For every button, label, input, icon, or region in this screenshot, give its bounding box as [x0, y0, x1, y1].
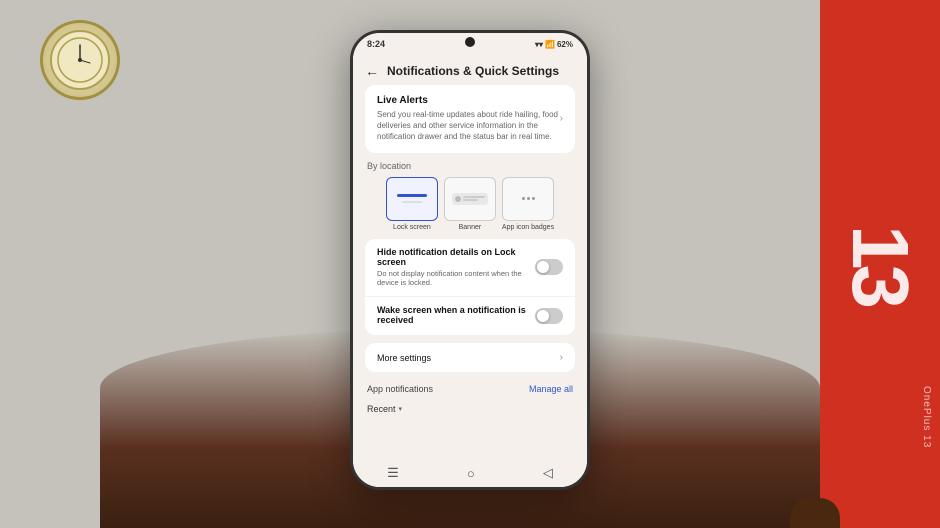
- notif-type-badges[interactable]: App icon badges: [502, 177, 554, 231]
- badge-dot-1: [522, 197, 525, 200]
- hide-notification-text: Hide notification details on Lock screen…: [377, 247, 535, 289]
- more-settings-chevron: ›: [560, 352, 563, 363]
- wake-screen-knob: [537, 310, 549, 322]
- nav-menu-icon[interactable]: ☰: [387, 465, 399, 481]
- red-box-decoration: 13 OnePlus 13: [820, 0, 940, 528]
- main-content: Live Alerts Send you real-time updates a…: [353, 85, 587, 416]
- banner-lines-area: [463, 196, 485, 201]
- red-box-number: 13: [840, 225, 920, 304]
- notif-type-lock-screen[interactable]: Lock screen: [386, 177, 438, 231]
- phone-device: 8:24 ▾▾ 📶 62% ← Notifications & Quick Se…: [350, 30, 590, 490]
- hide-notification-title: Hide notification details on Lock screen: [377, 247, 527, 267]
- badges-dots: [522, 197, 535, 200]
- wake-screen-row: Wake screen when a notification is recei…: [365, 296, 575, 335]
- toggle-section: Hide notification details on Lock screen…: [365, 239, 575, 336]
- banner-line1: [463, 196, 485, 198]
- lock-screen-icon-box: [386, 177, 438, 221]
- back-button[interactable]: ←: [365, 63, 379, 79]
- more-settings-label: More settings: [377, 353, 431, 363]
- recent-chevron: ▾: [399, 405, 403, 413]
- top-bar: ← Notifications & Quick Settings: [353, 55, 587, 85]
- by-location-label: By location: [365, 161, 575, 171]
- hide-notification-row: Hide notification details on Lock screen…: [365, 239, 575, 297]
- by-location-section: By location Lock screen: [365, 161, 575, 231]
- recent-row[interactable]: Recent ▾: [365, 402, 575, 416]
- notif-type-banner[interactable]: Banner: [444, 177, 496, 231]
- status-time: 8:24: [367, 39, 385, 49]
- signal-icon: 📶: [545, 40, 555, 49]
- app-notifications-label: App notifications: [367, 384, 433, 394]
- live-alerts-desc: Send you real-time updates about ride ha…: [377, 109, 560, 143]
- wake-screen-title: Wake screen when a notification is recei…: [377, 305, 527, 325]
- clock-face: [50, 30, 110, 90]
- battery-icon: 62%: [557, 40, 573, 49]
- camera-notch: [465, 37, 475, 47]
- hide-notification-desc: Do not display notification content when…: [377, 269, 527, 289]
- notification-types: Lock screen: [365, 177, 575, 231]
- wake-screen-text: Wake screen when a notification is recei…: [377, 305, 535, 327]
- lock-screen-line: [402, 201, 422, 203]
- live-alerts-row: Live Alerts Send you real-time updates a…: [377, 95, 563, 143]
- more-settings-card: More settings ›: [365, 343, 575, 372]
- live-alerts-title: Live Alerts: [377, 95, 560, 106]
- badge-dot-3: [532, 197, 535, 200]
- phone-wrapper: 8:24 ▾▾ 📶 62% ← Notifications & Quick Se…: [350, 30, 590, 490]
- hide-notification-toggle[interactable]: [535, 259, 563, 275]
- live-alerts-chevron[interactable]: ›: [560, 113, 563, 124]
- badge-dot-2: [527, 197, 530, 200]
- lock-screen-label: Lock screen: [393, 224, 431, 231]
- page-title: Notifications & Quick Settings: [387, 64, 559, 78]
- banner-icon-box: [444, 177, 496, 221]
- banner-preview: [452, 193, 488, 205]
- banner-line2: [463, 199, 478, 201]
- clock-decoration: [40, 20, 120, 100]
- nav-home-icon[interactable]: ○: [467, 466, 475, 481]
- wake-screen-toggle[interactable]: [535, 308, 563, 324]
- nav-back-icon[interactable]: ◁: [543, 465, 553, 481]
- banner-label: Banner: [459, 224, 482, 231]
- live-alerts-text: Live Alerts Send you real-time updates a…: [377, 95, 560, 143]
- thumb-decoration: [790, 498, 840, 528]
- manage-all-button[interactable]: Manage all: [529, 384, 573, 394]
- banner-dot: [455, 196, 461, 202]
- live-alerts-card: Live Alerts Send you real-time updates a…: [365, 85, 575, 153]
- hide-notification-knob: [537, 261, 549, 273]
- badges-label: App icon badges: [502, 224, 554, 231]
- badges-icon-box: [502, 177, 554, 221]
- screen-content: ← Notifications & Quick Settings Live Al…: [353, 55, 587, 487]
- nav-bar: ☰ ○ ◁: [353, 459, 587, 487]
- status-icons: ▾▾ 📶 62%: [535, 40, 573, 49]
- more-settings-row[interactable]: More settings ›: [365, 343, 575, 372]
- wifi-icon: ▾▾: [535, 40, 543, 49]
- app-notifications-header: App notifications Manage all: [365, 380, 575, 398]
- lock-screen-blue-bar: [397, 194, 427, 197]
- recent-label: Recent: [367, 404, 396, 414]
- red-box-brand-text: OnePlus 13: [921, 386, 932, 448]
